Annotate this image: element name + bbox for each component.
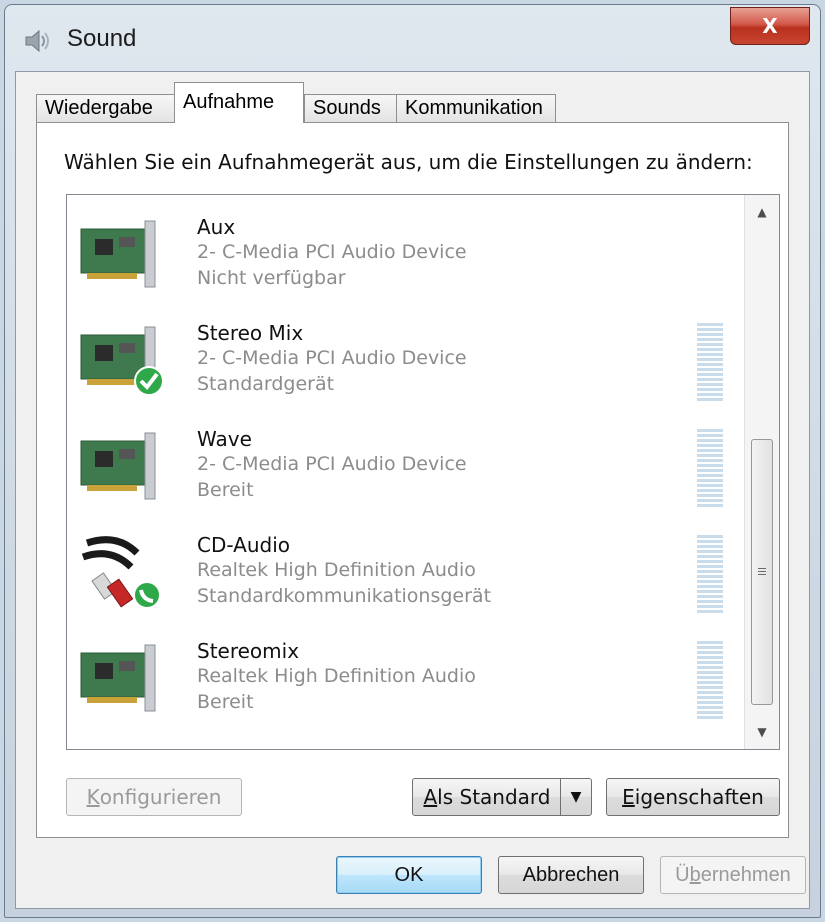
chevron-up-icon: ▲ xyxy=(757,205,767,219)
vertical-scrollbar[interactable]: ▲ ▼ xyxy=(744,195,779,749)
device-name: CD-Audio xyxy=(197,533,290,557)
level-meter xyxy=(697,323,723,403)
list-item-aux[interactable]: Aux 2- C-Media PCI Audio Device Nicht ve… xyxy=(67,195,745,301)
level-meter xyxy=(697,641,723,721)
instruction-text: Wählen Sie ein Aufnahmegerät aus, um die… xyxy=(64,150,753,174)
button-label: Abbrechen xyxy=(522,863,620,886)
speaker-icon xyxy=(25,29,49,53)
mnemonic: E xyxy=(622,785,635,809)
cancel-button[interactable]: Abbrechen xyxy=(498,856,644,894)
list-item-wave[interactable]: Wave 2- C-Media PCI Audio Device Bereit xyxy=(67,407,745,513)
apply-button[interactable]: Üb ernehmen xyxy=(660,856,806,894)
set-default-split-button[interactable]: Als Standard ▼ xyxy=(412,778,592,816)
scrollbar-thumb[interactable] xyxy=(751,439,773,705)
default-check-icon xyxy=(134,366,163,396)
chevron-down-icon: ▼ xyxy=(757,725,767,739)
grip-icon xyxy=(758,567,766,577)
tab-label: Aufnahme xyxy=(183,91,275,113)
button-label: OK xyxy=(394,863,424,886)
close-icon: X xyxy=(762,14,778,38)
sound-card-icon xyxy=(80,432,156,500)
device-description: Realtek High Definition Audio xyxy=(197,665,476,687)
configure-button[interactable]: Konfigurieren xyxy=(66,778,242,816)
sound-card-icon xyxy=(80,326,163,396)
tab-label: Kommunikation xyxy=(405,97,543,119)
ok-button[interactable]: OK xyxy=(336,856,482,894)
communication-phone-icon xyxy=(133,581,161,609)
device-status: Standardgerät xyxy=(197,373,335,395)
list-item-cd-audio[interactable]: CD-Audio Realtek High Definition Audio S… xyxy=(67,513,745,619)
tab-label: Wiedergabe xyxy=(45,97,153,119)
tab-wiedergabe[interactable]: Wiedergabe xyxy=(36,94,176,122)
tab-label: Sounds xyxy=(313,97,381,119)
tab-sounds[interactable]: Sounds xyxy=(304,94,398,122)
button-label: ernehmen xyxy=(700,863,791,886)
scroll-up-button[interactable]: ▲ xyxy=(745,195,779,229)
device-description: Realtek High Definition Audio xyxy=(197,559,476,581)
mnemonic: K xyxy=(86,785,100,809)
button-label: onfigurieren xyxy=(99,785,222,809)
device-description: 2- C-Media PCI Audio Device xyxy=(197,347,467,369)
device-status: Standardkommunikationsgerät xyxy=(197,585,492,607)
button-label: Ü xyxy=(675,863,690,886)
button-label: igenschaften xyxy=(634,785,764,809)
device-name: Aux xyxy=(197,215,236,239)
scroll-down-button[interactable]: ▼ xyxy=(745,715,779,749)
device-description: 2- C-Media PCI Audio Device xyxy=(197,453,467,475)
mnemonic: A xyxy=(423,785,438,809)
list-item-stereo-mix[interactable]: Stereo Mix 2- C-Media PCI Audio Device S… xyxy=(67,301,745,407)
level-meter xyxy=(697,429,723,509)
list-item-stereomix[interactable]: Stereomix Realtek High Definition Audio … xyxy=(67,619,745,725)
device-name: Stereomix xyxy=(197,639,300,663)
recording-device-list[interactable]: Aux 2- C-Media PCI Audio Device Nicht ve… xyxy=(66,194,780,750)
device-name: Stereo Mix xyxy=(197,321,304,345)
tab-aufnahme[interactable]: Aufnahme xyxy=(174,82,304,123)
window-title: Sound xyxy=(67,25,137,52)
rca-cable-icon xyxy=(81,536,161,609)
tab-kommunikation[interactable]: Kommunikation xyxy=(396,94,556,122)
close-button[interactable]: X xyxy=(730,7,810,45)
mnemonic: b xyxy=(689,863,701,886)
sound-card-icon xyxy=(80,220,156,288)
device-name: Wave xyxy=(197,427,252,451)
button-label: ls Standard xyxy=(437,785,551,809)
device-status: Bereit xyxy=(197,479,254,501)
device-status: Nicht verfügbar xyxy=(197,267,346,289)
device-description: 2- C-Media PCI Audio Device xyxy=(197,241,467,263)
device-status: Bereit xyxy=(197,691,254,713)
title-bar[interactable]: Sound X xyxy=(5,5,820,75)
level-meter xyxy=(697,535,723,615)
sound-card-icon xyxy=(80,644,156,712)
dropdown-arrow-icon[interactable]: ▼ xyxy=(560,779,591,815)
properties-button[interactable]: Eigenschaften xyxy=(606,778,780,816)
